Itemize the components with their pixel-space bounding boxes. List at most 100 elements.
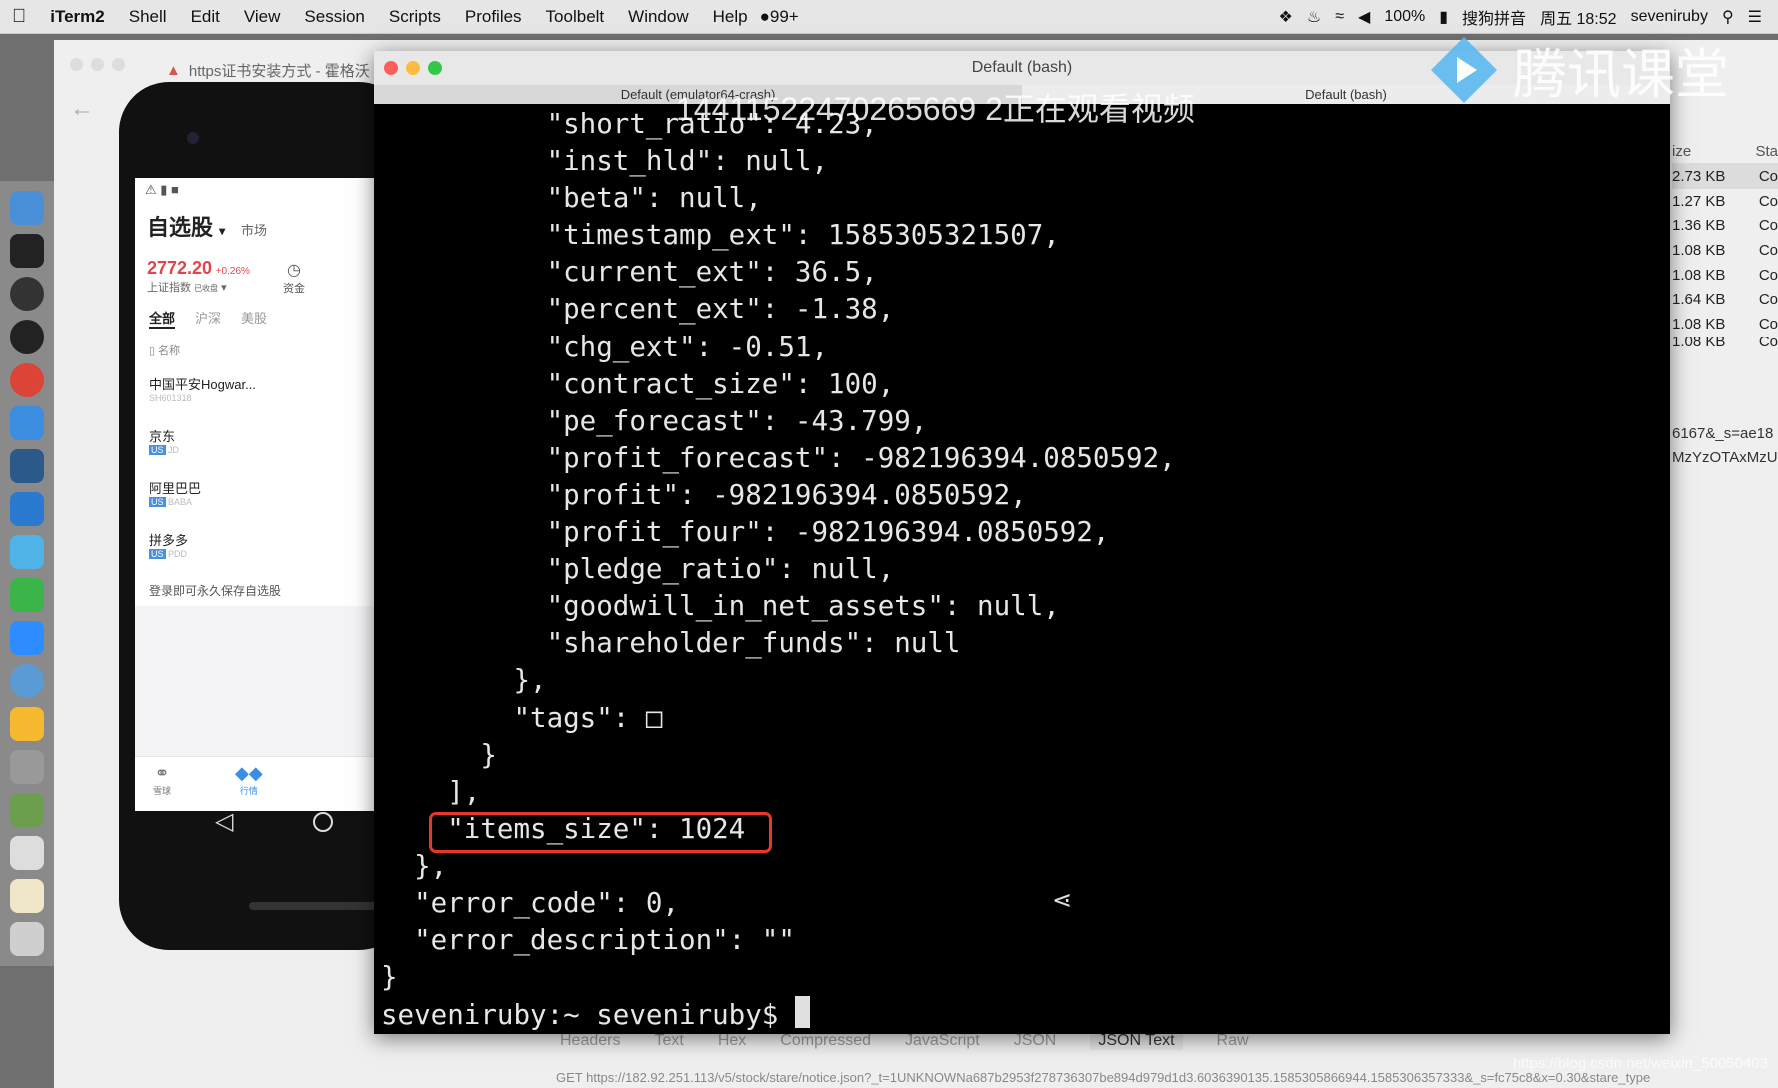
trash-icon[interactable] [10, 922, 44, 956]
input-method[interactable]: 搜狗拼音 [1462, 5, 1526, 29]
filter-tab-all[interactable]: 全部 [149, 308, 176, 329]
battery-percent[interactable]: 100% [1384, 8, 1425, 26]
docker-icon[interactable]: ♨ [1307, 7, 1321, 27]
battery-icon[interactable]: ▮ [1439, 7, 1448, 27]
menu-session[interactable]: Session [292, 7, 376, 27]
nav-market[interactable]: ◆◆ 行情 [235, 763, 263, 797]
stock-code: JD [168, 445, 180, 455]
home-nav-button[interactable] [313, 812, 333, 832]
qq-icon-2[interactable] [10, 320, 44, 354]
terminal-line: "tags": □ [381, 701, 663, 734]
request-row[interactable]: 1.36 KB Co [1672, 213, 1778, 238]
documents-icon[interactable] [10, 879, 44, 913]
zoom-button[interactable] [112, 58, 125, 71]
simulator-icon[interactable] [10, 449, 44, 483]
menu-profiles[interactable]: Profiles [453, 7, 534, 27]
view-tab-raw[interactable]: Raw [1217, 1032, 1249, 1050]
menu-scripts[interactable]: Scripts [377, 7, 453, 27]
request-row[interactable]: 1.08 KB Co [1672, 263, 1778, 288]
dock [0, 181, 54, 966]
close-button[interactable] [384, 61, 398, 75]
view-tab-compressed[interactable]: Compressed [780, 1032, 871, 1050]
watchlist-title[interactable]: 自选股 ▾ [147, 210, 225, 242]
filter-tab-us[interactable]: 美股 [241, 308, 267, 329]
request-row[interactable]: 1.08 KB Co [1672, 312, 1778, 337]
name-column-header[interactable]: ▯ 名称 [149, 342, 180, 358]
zoom-button[interactable] [428, 61, 442, 75]
brand-text: 腾讯课堂 [1513, 45, 1729, 105]
script-editor-icon[interactable] [10, 836, 44, 870]
terminal-line: "timestamp_ext": 1585305321507, [381, 219, 1060, 252]
android-studio-icon[interactable] [10, 793, 44, 827]
index-ticker[interactable]: 2772.20 +0.26% 上证指数 已收盘 ▾ [147, 258, 250, 295]
volume-icon[interactable]: ◀ [1358, 7, 1370, 27]
spotlight-search-icon[interactable]: ⚲ [1722, 7, 1734, 27]
minimize-button[interactable] [91, 58, 104, 71]
chrome-icon[interactable] [10, 363, 44, 397]
request-row[interactable]: 2.73 KB Co [1672, 164, 1778, 189]
view-tab-headers[interactable]: Headers [560, 1032, 620, 1050]
stock-code: BABA [168, 497, 193, 507]
view-tab-javascript[interactable]: JavaScript [905, 1032, 980, 1050]
market-badge: US [149, 497, 166, 507]
request-row[interactable]: 1.64 KB Co [1672, 287, 1778, 312]
stock-name: 京东 [149, 429, 176, 444]
fund-flow-button[interactable]: ◷ 资金 [283, 260, 305, 296]
request-row[interactable]: 1.08 KB Co [1672, 337, 1778, 347]
finder-icon[interactable] [10, 191, 44, 225]
dropbox-icon[interactable]: ❖ [1279, 7, 1293, 27]
app-icon[interactable] [10, 535, 44, 569]
terminal-line: "profit_forecast": -982196394.0850592, [381, 441, 1176, 474]
back-nav-button[interactable]: ◁ [215, 807, 233, 836]
menu-help[interactable]: Help [701, 7, 760, 27]
view-tab-hex[interactable]: Hex [718, 1032, 746, 1050]
minimize-button[interactable] [406, 61, 420, 75]
view-tab-text[interactable]: Text [654, 1032, 683, 1050]
apple-menu-icon[interactable]:  [0, 6, 38, 28]
menu-edit[interactable]: Edit [179, 7, 232, 27]
wifi-icon[interactable]: ≈ [1335, 8, 1344, 26]
clock[interactable]: 周五 18:52 [1540, 5, 1617, 29]
menu-view[interactable]: View [232, 7, 293, 27]
back-arrow-icon[interactable]: ← [70, 95, 94, 123]
stock-row[interactable]: 中国平安Hogwar... SH601318 [149, 374, 256, 403]
notification-center-icon[interactable]: ☰ [1748, 7, 1762, 27]
stock-row[interactable]: 京东 US JD [149, 426, 179, 455]
menu-window[interactable]: Window [616, 7, 700, 27]
filter-tab-a-shares[interactable]: 沪深 [195, 308, 221, 329]
view-tab-json[interactable]: JSON [1014, 1032, 1057, 1050]
status-column-header[interactable]: Sta [1755, 143, 1778, 160]
search-app-icon[interactable] [10, 664, 44, 698]
size-column-header[interactable]: ize [1672, 143, 1691, 160]
market-tab[interactable]: 市场 [241, 220, 267, 239]
request-row[interactable]: 1.27 KB Co [1672, 189, 1778, 214]
url-line: 6167&_s=ae18 [1672, 425, 1774, 442]
terminal-icon[interactable] [10, 234, 44, 268]
zoom-icon[interactable] [10, 621, 44, 655]
qq-notification-icon[interactable]: ●99+ [760, 7, 799, 27]
text-cursor-icon: ⋖ [1052, 887, 1073, 914]
vscode-icon[interactable] [10, 492, 44, 526]
view-tab-json-text[interactable]: JSON Text [1090, 1032, 1183, 1050]
window-title: Default (bash) [971, 59, 1073, 76]
menu-app-name[interactable]: iTerm2 [38, 7, 117, 27]
wechat-icon[interactable] [10, 578, 44, 612]
bottom-nav: ⚭ 雪球 ◆◆ 行情 [135, 756, 374, 811]
terminal-cursor [794, 996, 810, 1029]
close-button[interactable] [70, 58, 83, 71]
request-row[interactable]: 1.08 KB Co [1672, 238, 1778, 263]
keynote-icon[interactable] [10, 406, 44, 440]
sketch-icon[interactable] [10, 707, 44, 741]
login-hint[interactable]: 登录即可永久保存自选股 [149, 582, 281, 599]
user-name[interactable]: seveniruby [1631, 8, 1708, 26]
nav-xueqiu[interactable]: ⚭ 雪球 [153, 763, 171, 797]
stock-row[interactable]: 阿里巴巴 US BABA [149, 478, 201, 507]
terminal-line: "pe_forecast": -43.799, [381, 404, 928, 437]
stock-row[interactable]: 拼多多 US PDD [149, 530, 188, 559]
shell-prompt-line[interactable]: seveniruby:~ seveniruby$ [381, 996, 1176, 1034]
terminal-line: "inst_hld": null, [381, 145, 829, 178]
menu-toolbelt[interactable]: Toolbelt [534, 7, 617, 27]
menu-shell[interactable]: Shell [117, 7, 179, 27]
tool-icon[interactable] [10, 750, 44, 784]
qq-icon[interactable] [10, 277, 44, 311]
